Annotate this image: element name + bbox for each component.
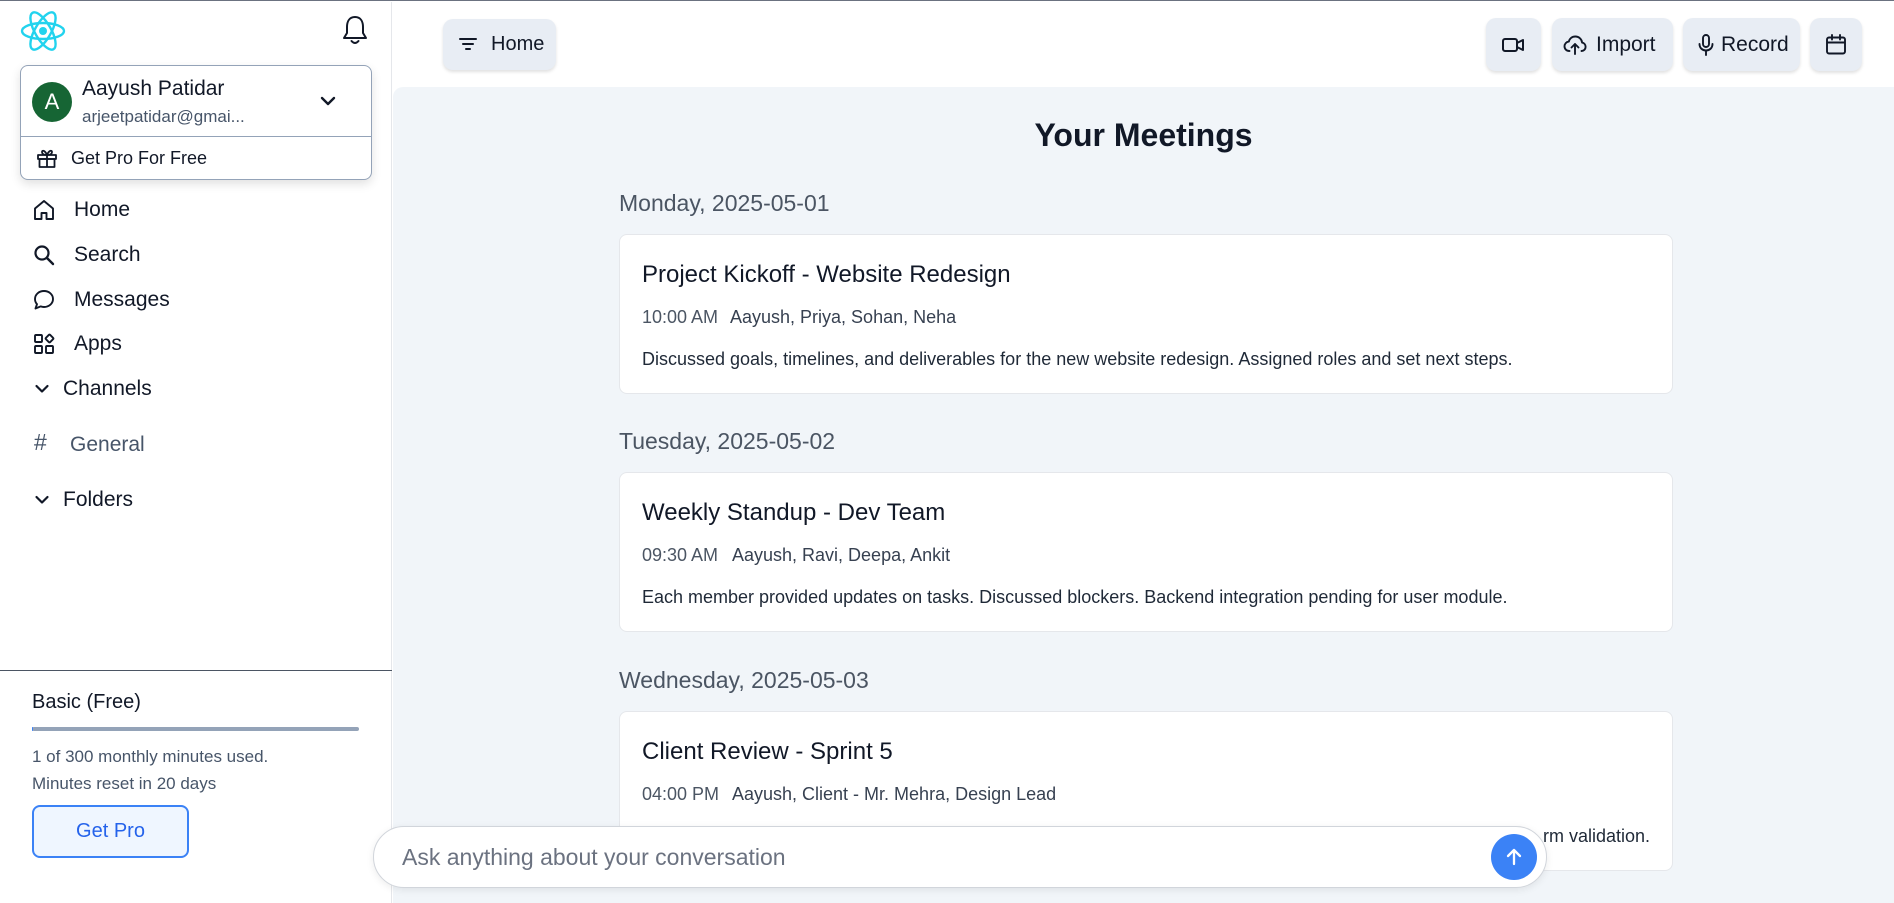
plan-title: Basic (Free) (32, 691, 141, 713)
record-label: Record (1721, 33, 1789, 56)
plan-panel: Basic (Free) 1 of 300 monthly minutes us… (0, 670, 392, 903)
sidebar-item-home[interactable]: Home (30, 192, 360, 228)
calendar-icon (1826, 34, 1846, 55)
get-pro-button[interactable]: Get Pro (32, 805, 189, 858)
account-card: A Aayush Patidar arjeetpatidar@gmai... G… (20, 65, 372, 180)
meeting-participants: Aayush, Client - Mr. Mehra, Design Lead (732, 784, 1057, 804)
gift-icon (37, 149, 57, 168)
meeting-card[interactable]: Weekly Standup - Dev Team 09:30 AM Aayus… (619, 472, 1673, 632)
usage-minutes-text: 1 of 300 monthly minutes used. (32, 747, 269, 766)
microphone-icon (1698, 34, 1714, 56)
sidebar-section-channels[interactable]: Channels (30, 371, 360, 407)
day-label: Wednesday, 2025-05-03 (619, 667, 869, 693)
cloud-upload-icon (1563, 35, 1587, 55)
message-bubble-icon (34, 290, 54, 310)
day-label: Monday, 2025-05-01 (619, 190, 830, 216)
sidebar-item-search[interactable]: Search (30, 237, 360, 273)
hash-icon: # (34, 429, 47, 455)
sidebar-item-apps[interactable]: Apps (30, 326, 360, 362)
sidebar: A Aayush Patidar arjeetpatidar@gmai... G… (0, 2, 392, 903)
meeting-card[interactable]: Project Kickoff - Website Redesign 10:00… (619, 234, 1673, 394)
arrow-up-icon (1506, 848, 1522, 866)
account-email: arjeetpatidar@gmai... (82, 107, 245, 126)
meeting-time: 04:00 PM (642, 784, 720, 804)
chevron-down-icon[interactable] (317, 90, 339, 112)
sidebar-channel-label: General (70, 433, 145, 456)
apps-grid-icon (34, 333, 55, 354)
video-camera-icon (1502, 38, 1524, 52)
get-pro-free-label: Get Pro For Free (71, 148, 208, 168)
video-button[interactable] (1486, 18, 1541, 71)
send-button[interactable] (1491, 834, 1537, 880)
import-button[interactable]: Import (1552, 18, 1673, 71)
sidebar-item-label: Messages (74, 288, 170, 311)
sidebar-section-label: Folders (63, 488, 134, 511)
account-switcher[interactable]: A Aayush Patidar arjeetpatidar@gmai... (21, 66, 371, 136)
filter-icon (459, 38, 477, 50)
sidebar-channel-general[interactable]: # General (30, 427, 360, 463)
chevron-down-icon (35, 495, 49, 504)
meeting-title: Project Kickoff - Website Redesign (642, 261, 1011, 288)
usage-text: 1 of 300 monthly minutes used. Minutes r… (32, 743, 268, 797)
account-name: Aayush Patidar (82, 77, 225, 100)
meeting-summary: Discussed goals, timelines, and delivera… (642, 349, 1513, 369)
chat-input[interactable] (402, 837, 1462, 877)
meeting-time: 09:30 AM (642, 545, 719, 565)
chat-input-bar (373, 826, 1547, 888)
day-label: Tuesday, 2025-05-02 (619, 428, 836, 454)
sidebar-item-label: Apps (74, 332, 122, 355)
home-icon (34, 200, 54, 220)
home-filter-button[interactable]: Home (443, 19, 556, 70)
usage-progress-fill (32, 727, 34, 731)
sidebar-item-label: Home (74, 198, 131, 221)
meeting-title: Weekly Standup - Dev Team (642, 499, 946, 526)
avatar: A (32, 82, 72, 122)
meeting-time: 10:00 AM (642, 307, 719, 327)
meeting-title: Client Review - Sprint 5 (642, 738, 893, 765)
sidebar-section-label: Channels (63, 377, 152, 400)
main-content: Your Meetings Monday, 2025-05-01 Project… (393, 87, 1894, 903)
usage-reset-text: Minutes reset in 20 days (32, 774, 217, 793)
calendar-button[interactable] (1810, 18, 1862, 71)
home-filter-label: Home (491, 33, 545, 55)
record-button[interactable]: Record (1683, 18, 1800, 71)
bell-icon[interactable] (340, 14, 370, 46)
sidebar-item-label: Search (74, 243, 141, 266)
top-bar: Home Import Record (393, 2, 1894, 87)
chevron-down-icon (35, 384, 49, 393)
meeting-summary: Each member provided updates on tasks. D… (642, 587, 1508, 607)
search-icon (34, 245, 55, 266)
usage-progress-bar (32, 727, 359, 731)
react-logo-icon[interactable] (19, 9, 67, 53)
page-title: Your Meetings (1034, 117, 1253, 153)
meeting-participants: Aayush, Priya, Sohan, Neha (730, 307, 957, 327)
get-pro-free-link[interactable]: Get Pro For Free (21, 137, 371, 179)
meeting-participants: Aayush, Ravi, Deepa, Ankit (732, 545, 951, 565)
import-label: Import (1596, 33, 1656, 56)
sidebar-section-folders[interactable]: Folders (30, 482, 360, 518)
meeting-summary: rm validation. (1542, 826, 1650, 846)
sidebar-item-messages[interactable]: Messages (30, 282, 360, 318)
